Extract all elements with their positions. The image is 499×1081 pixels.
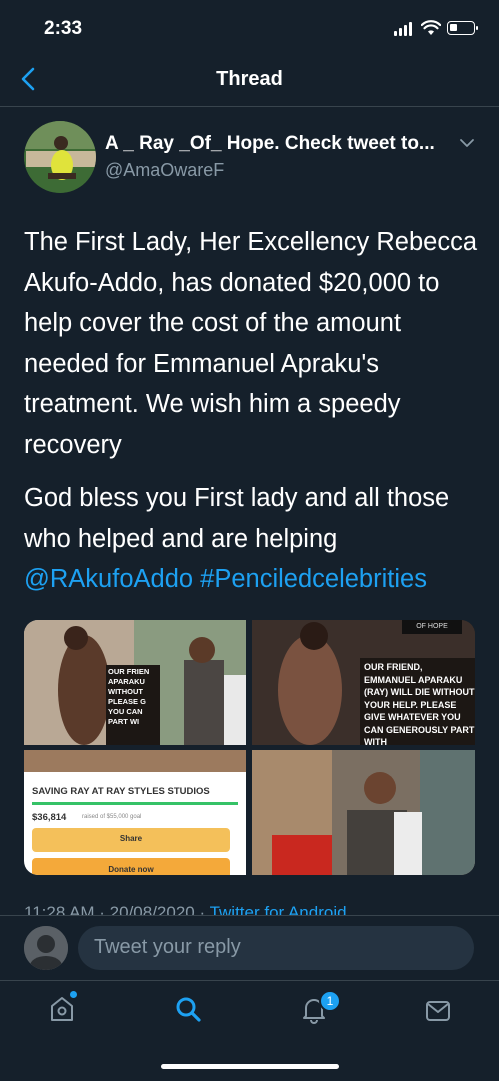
home-unread-dot bbox=[70, 991, 77, 998]
messages-icon[interactable] bbox=[424, 997, 452, 1025]
media-2-caption: OUR FRIEND, EMMANUEL APARAKU (RAY) WILL … bbox=[360, 658, 475, 745]
media-3-title: SAVING RAY AT RAY STYLES STUDIOS bbox=[32, 786, 210, 797]
media-grid: OUR FRIEN APARAKU WITHOUT PLEASE G YOU C… bbox=[24, 620, 475, 875]
tweet-paragraph-1: The First Lady, Her Excellency Rebecca A… bbox=[24, 228, 478, 459]
media-image-2[interactable]: OF HOPE OUR FRIEND, EMMANUEL APARAKU (RA… bbox=[252, 620, 475, 745]
tweet-text: The First Lady, Her Excellency Rebecca A… bbox=[24, 222, 484, 613]
user-avatar[interactable] bbox=[24, 926, 68, 970]
search-icon[interactable] bbox=[174, 995, 202, 1023]
media-3-goal: raised of $55,000 goal bbox=[82, 814, 142, 820]
home-icon[interactable] bbox=[48, 995, 76, 1023]
media-image-1[interactable]: OUR FRIEN APARAKU WITHOUT PLEASE G YOU C… bbox=[24, 620, 246, 745]
media-3-donate-button: Donate now bbox=[32, 858, 230, 875]
mention-link[interactable]: @RAkufoAddo bbox=[24, 565, 193, 593]
chevron-down-icon[interactable] bbox=[457, 135, 477, 151]
media-image-3[interactable]: SAVING RAY AT RAY STYLES STUDIOS $36,814… bbox=[24, 750, 246, 875]
home-indicator bbox=[161, 1064, 339, 1069]
media-3-donate-label: Donate now bbox=[108, 865, 154, 874]
wifi-icon bbox=[421, 20, 441, 35]
media-1-caption: OUR FRIEN APARAKU WITHOUT PLEASE G YOU C… bbox=[106, 665, 160, 745]
header-divider bbox=[0, 106, 499, 107]
status-time: 2:33 bbox=[44, 18, 83, 39]
author-display-name[interactable]: A _ Ray _Of_ Hope. Check tweet to... bbox=[105, 133, 455, 155]
reply-input[interactable]: Tweet your reply bbox=[78, 926, 474, 970]
hashtag-link[interactable]: #Penciledcelebrities bbox=[200, 565, 427, 593]
tweet-paragraph-2-text: God bless you First lady and all those w… bbox=[24, 484, 450, 553]
media-3-share-button: Share bbox=[32, 828, 230, 852]
media-3-raised: $36,814 bbox=[32, 812, 67, 823]
notifications-badge: 1 bbox=[319, 990, 341, 1012]
tweet-paragraph-2: God bless you First lady and all those w… bbox=[24, 478, 484, 600]
media-2-brand: OF HOPE bbox=[402, 620, 462, 634]
page-title: Thread bbox=[216, 68, 283, 90]
author-avatar[interactable] bbox=[24, 121, 96, 193]
author-handle[interactable]: @AmaOwareF bbox=[105, 160, 224, 181]
cellular-signal-icon bbox=[394, 22, 414, 36]
media-3-share-label: Share bbox=[119, 834, 143, 843]
media-image-4[interactable] bbox=[252, 750, 475, 875]
battery-icon bbox=[447, 21, 478, 35]
